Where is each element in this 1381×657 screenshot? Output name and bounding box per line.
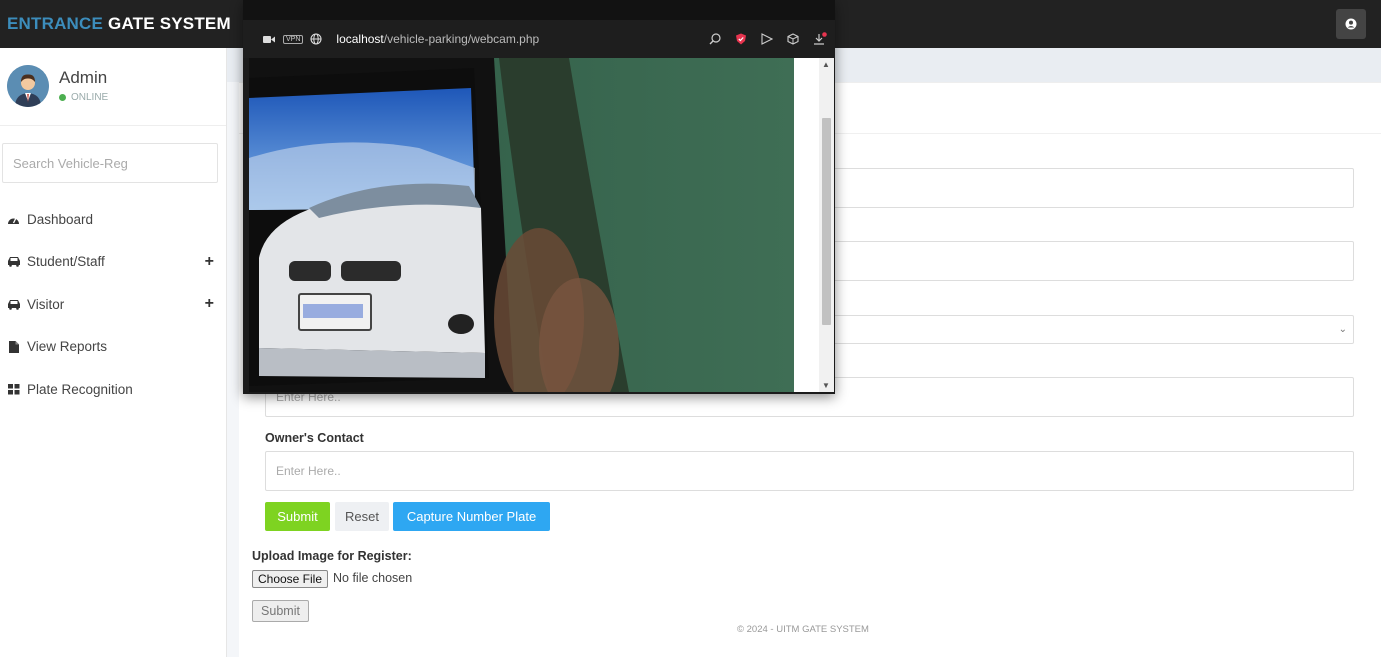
scroll-thumb[interactable] [822, 118, 831, 325]
scroll-down-arrow-icon[interactable]: ▼ [822, 381, 830, 390]
footer-copyright: © 2024 - UITM GATE SYSTEM [737, 624, 869, 635]
send-icon[interactable] [761, 33, 773, 45]
globe-icon [310, 33, 322, 45]
sidebar-item-label: View Reports [27, 339, 108, 355]
choose-file-button[interactable]: Choose File [252, 570, 328, 588]
vpn-badge[interactable]: VPN [283, 34, 304, 44]
url-path: /vehicle-parking/webcam.php [383, 32, 540, 46]
owner-contact-input[interactable]: Enter Here.. [265, 451, 1354, 491]
search-vehicle-input[interactable] [2, 143, 218, 183]
cube-icon[interactable] [787, 33, 799, 45]
brand-part1: ENTRANCE [7, 14, 104, 33]
sidebar-item-dashboard[interactable]: Dashboard [0, 198, 227, 241]
user-circle-icon [1345, 18, 1357, 30]
brand-logo[interactable]: ENTRANCE GATE SYSTEM [0, 0, 240, 48]
user-status-text: ONLINE [71, 92, 109, 103]
sidebar-item-student-staff[interactable]: Student/Staff + [0, 241, 227, 284]
sidebar-item-label: Plate Recognition [27, 381, 133, 397]
sidebar-item-label: Visitor [27, 296, 65, 312]
user-menu-button[interactable] [1336, 9, 1366, 39]
car-icon [6, 256, 21, 268]
sidebar-item-label: Student/Staff [27, 254, 105, 270]
sidebar-item-visitor[interactable]: Visitor + [0, 283, 227, 326]
camera-icon[interactable] [263, 35, 275, 44]
sidebar-item-plate-recognition[interactable]: Plate Recognition [0, 368, 227, 411]
owner-contact-placeholder: Enter Here.. [276, 464, 341, 478]
shield-icon[interactable] [735, 33, 747, 45]
upload-submit-button[interactable]: Submit [252, 600, 309, 622]
dashboard-icon [6, 214, 21, 225]
popup-address-bar: VPN localhost/vehicle-parking/webcam.php [243, 20, 835, 58]
expand-plus-icon[interactable]: + [205, 253, 214, 271]
brand-part2: GATE SYSTEM [108, 14, 231, 33]
no-file-text: No file chosen [333, 571, 413, 585]
chevron-down-icon: ⌄ [1338, 324, 1347, 335]
car-icon [6, 299, 21, 310]
file-icon [6, 340, 21, 353]
download-icon[interactable] [813, 32, 827, 46]
sidebar-item-view-reports[interactable]: View Reports [0, 326, 227, 369]
capture-number-plate-button[interactable]: Capture Number Plate [393, 502, 550, 531]
sidebar: Admin ONLINE Dashboard Student/Staff + V… [0, 48, 227, 657]
popup-toolbar-icons [709, 20, 827, 58]
zoom-icon[interactable] [709, 33, 721, 45]
popup-url[interactable]: localhost/vehicle-parking/webcam.php [336, 32, 539, 46]
upload-image-label: Upload Image for Register: [252, 549, 412, 563]
grid-icon [6, 383, 21, 395]
sidebar-menu: Dashboard Student/Staff + Visitor + View… [0, 198, 227, 411]
owner-contact-label: Owner's Contact [265, 431, 364, 445]
scroll-up-arrow-icon[interactable]: ▲ [822, 60, 830, 69]
avatar [7, 65, 49, 107]
sidebar-item-label: Dashboard [27, 211, 94, 227]
webcam-popup-window[interactable]: VPN localhost/vehicle-parking/webcam.php [243, 0, 835, 394]
webcam-feed [249, 58, 794, 392]
user-status: ONLINE [59, 92, 108, 103]
user-name: Admin [59, 68, 108, 87]
reset-button[interactable]: Reset [335, 502, 389, 531]
popup-titlebar[interactable] [243, 0, 835, 20]
url-host: localhost [336, 32, 384, 46]
online-status-dot [59, 94, 66, 101]
expand-plus-icon[interactable]: + [205, 295, 214, 313]
user-panel: Admin ONLINE [0, 48, 226, 126]
popup-page-gutter [794, 58, 819, 392]
submit-button[interactable]: Submit [265, 502, 330, 531]
popup-scrollbar[interactable]: ▲ ▼ [819, 58, 834, 392]
